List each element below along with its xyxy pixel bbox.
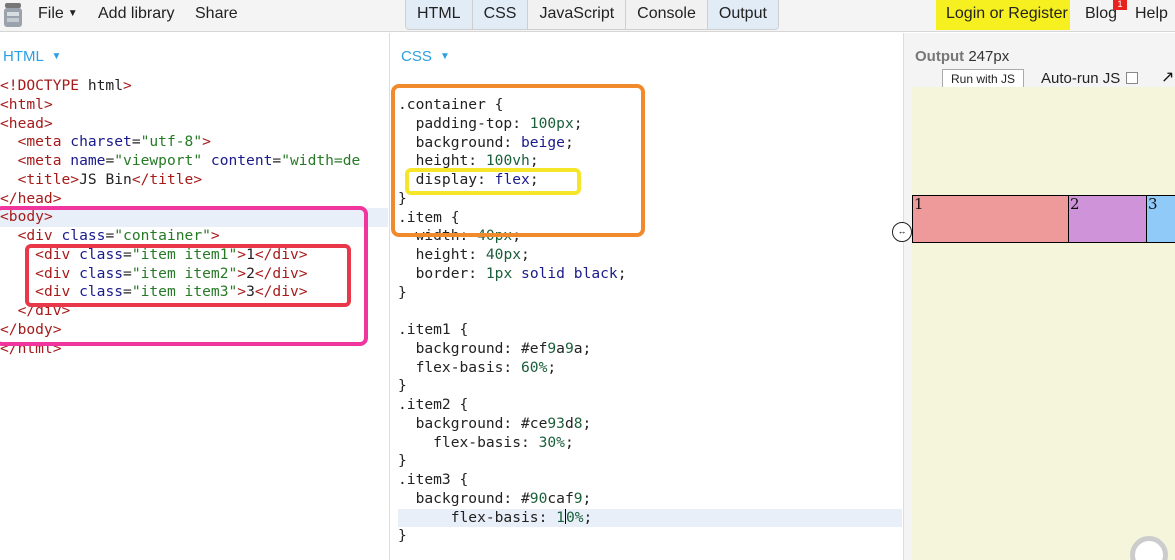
css-code-line[interactable]: } — [398, 190, 902, 209]
css-code-line[interactable]: flex-basis: 10%; — [398, 508, 902, 528]
html-code-line[interactable]: <meta charset="utf-8"> — [0, 133, 388, 152]
css-panel: CSS ▼ .container { padding-top: 100px; b… — [389, 33, 902, 560]
html-code-line[interactable]: <html> — [0, 96, 388, 115]
html-code-line[interactable]: </head> — [0, 190, 388, 209]
popout-arrow-icon[interactable]: ↗ — [1161, 67, 1174, 87]
css-code-line[interactable]: background: #ce93d8; — [398, 415, 902, 434]
jsbin-logo-icon[interactable] — [2, 1, 24, 29]
help-link[interactable]: Help — [1135, 5, 1168, 23]
css-code-line[interactable]: .item3 { — [398, 471, 902, 490]
css-editor[interactable]: .container { padding-top: 100px; backgro… — [398, 96, 902, 546]
html-code-line[interactable]: </body> — [0, 321, 388, 340]
css-code-line[interactable]: flex-basis: 60%; — [398, 359, 902, 378]
css-code-line[interactable]: .container { — [398, 96, 902, 115]
tab-output[interactable]: Output — [706, 0, 778, 29]
tab-html[interactable]: HTML — [406, 0, 472, 29]
preview-item-3: 3 — [1146, 195, 1175, 243]
chevron-down-icon: ▼ — [67, 8, 78, 19]
output-label: Output — [915, 48, 965, 65]
auto-run-js-toggle[interactable]: Auto-run JS — [1041, 70, 1139, 87]
css-code-line[interactable]: width: 40px; — [398, 227, 902, 246]
tab-console[interactable]: Console — [625, 0, 707, 29]
html-code-line[interactable]: <div class="item item1">1</div> — [0, 246, 388, 265]
css-code-line[interactable]: padding-top: 100px; — [398, 115, 902, 134]
css-code-line[interactable]: height: 40px; — [398, 246, 902, 265]
css-code-line[interactable]: .item1 { — [398, 321, 902, 340]
html-code-line[interactable]: </html> — [0, 340, 388, 359]
panel-resize-handle-icon[interactable]: ↔ — [892, 222, 912, 242]
preview-item-2: 2 — [1068, 195, 1147, 243]
html-code-line[interactable]: <head> — [0, 115, 388, 134]
html-editor[interactable]: <!DOCTYPE html> <html> <head> <meta charse… — [0, 77, 388, 358]
html-code-line[interactable]: <title>JS Bin</title> — [0, 171, 388, 190]
css-code-line[interactable]: background: #ef9a9a; — [398, 340, 902, 359]
notification-badge: 1 — [1113, 0, 1127, 10]
html-code-line[interactable]: <meta name="viewport" content="width=de — [0, 152, 388, 171]
html-panel-label[interactable]: HTML ▼ — [3, 48, 61, 65]
css-label-text: CSS — [401, 48, 432, 65]
login-register-button[interactable]: Login or Register — [936, 0, 1070, 30]
preview-item-1: 1 — [912, 195, 1069, 243]
html-code-line[interactable]: <!DOCTYPE html> — [0, 77, 388, 96]
chevron-down-icon: ▼ — [440, 51, 450, 62]
html-code-line[interactable]: <body> — [0, 208, 388, 227]
css-code-line[interactable]: } — [398, 377, 902, 396]
share-menu[interactable]: Share — [195, 5, 238, 23]
css-code-line[interactable]: .item { — [398, 209, 902, 228]
css-code-line[interactable] — [398, 302, 902, 321]
css-code-line[interactable]: } — [398, 527, 902, 546]
auto-run-label: Auto-run JS — [1041, 70, 1121, 87]
output-preview: 1 2 3 — [912, 87, 1175, 560]
css-code-line[interactable]: background: #90caf9; — [398, 490, 902, 509]
tab-css[interactable]: CSS — [471, 0, 528, 29]
css-code-line[interactable]: .item2 { — [398, 396, 902, 415]
output-width-readout: 247px — [968, 48, 1010, 65]
css-code-line[interactable]: display: flex; — [398, 171, 902, 190]
output-panel: Output 247px Run with JS Auto-run JS ↗ 1… — [903, 33, 1175, 560]
file-menu-label: File — [38, 5, 64, 22]
html-code-line[interactable]: <div class="item item2">2</div> — [0, 265, 388, 284]
output-title: Output 247px — [915, 48, 1009, 65]
html-code-line[interactable]: <div class="container"> — [0, 227, 388, 246]
css-code-line[interactable]: } — [398, 452, 902, 471]
html-code-line[interactable]: </div> — [0, 302, 388, 321]
auto-run-checkbox[interactable] — [1126, 72, 1139, 84]
file-menu[interactable]: File ▼ — [38, 5, 78, 23]
html-code-line[interactable]: <div class="item item3">3</div> — [0, 283, 388, 302]
html-label-text: HTML — [3, 48, 44, 65]
css-code-line[interactable]: border: 1px solid black; — [398, 265, 902, 284]
chevron-down-icon: ▼ — [51, 51, 62, 62]
css-code-line[interactable]: } — [398, 284, 902, 303]
add-library-menu[interactable]: Add library — [98, 5, 174, 23]
panel-tabs: HTML CSS JavaScript Console Output — [405, 0, 779, 30]
css-code-line[interactable]: flex-basis: 30%; — [398, 434, 902, 453]
html-panel: HTML ▼ <!DOCTYPE html> <html> <head> <meta… — [0, 33, 388, 560]
tab-javascript[interactable]: JavaScript — [527, 0, 626, 29]
css-panel-label[interactable]: CSS ▼ — [401, 48, 450, 65]
css-code-line[interactable]: height: 100vh; — [398, 152, 902, 171]
css-code-line[interactable]: background: beige; — [398, 134, 902, 153]
top-toolbar: File ▼ Add library Share HTML CSS JavaScr… — [0, 0, 1175, 32]
